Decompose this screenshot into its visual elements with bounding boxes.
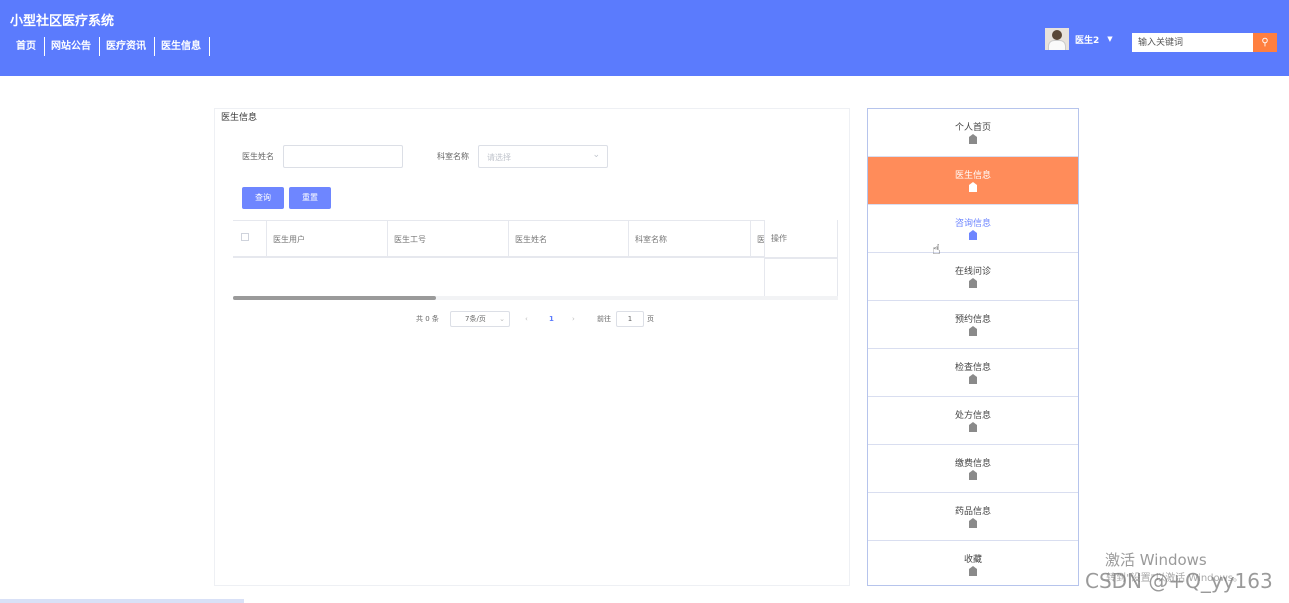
sidebar-item-label: 咨询信息 <box>954 219 991 229</box>
dept-name-label: 科室名称 <box>437 152 469 161</box>
pagination: 共 0 条 7条/页 ⌄ ‹ 1 › 前往 1 页 <box>215 311 851 327</box>
dept-select-placeholder: 请选择 <box>487 153 511 162</box>
sidebar-item-label: 缴费信息 <box>954 459 991 469</box>
sidebar-item-payments[interactable]: 缴费信息 <box>868 445 1078 493</box>
windows-activation-title: 激活 Windows <box>1105 551 1207 569</box>
top-header: 小型社区医疗系统 首页 网站公告 医疗资讯 医生信息 医生2 ▼ ⚲ <box>0 0 1289 76</box>
doctor-info-panel: 医生信息 医生姓名 科室名称 请选择 ⌄ 查询 重置 医生用户 医生工号 医生姓… <box>214 108 850 586</box>
dept-select[interactable]: 请选择 ⌄ <box>478 145 608 168</box>
doctor-name-input[interactable] <box>283 145 403 168</box>
chevron-left-icon[interactable]: ‹ <box>525 311 528 327</box>
sidebar-item-home[interactable]: 个人首页 <box>868 109 1078 157</box>
page-unit-label: 页 <box>647 315 654 323</box>
bottom-progress-bar <box>0 599 244 603</box>
column-header[interactable]: 医 <box>750 221 764 258</box>
page-size-value: 7条/页 <box>465 315 486 323</box>
select-all-cell <box>233 221 266 258</box>
home-icon <box>969 470 977 480</box>
home-icon <box>969 278 977 288</box>
home-icon <box>969 230 977 240</box>
sidebar-item-doctor-info[interactable]: 医生信息 <box>868 157 1078 205</box>
search-button[interactable]: ⚲ <box>1253 33 1277 52</box>
table-header: 医生用户 医生工号 医生姓名 科室名称 医 <box>233 220 838 258</box>
column-header[interactable]: 医生工号 <box>387 221 508 258</box>
sidebar-item-appointments[interactable]: 预约信息 <box>868 301 1078 349</box>
sidebar-item-online-inquiry[interactable]: 在线问诊 <box>868 253 1078 301</box>
sidebar-item-label: 检查信息 <box>954 363 991 373</box>
sidebar-item-label: 预约信息 <box>954 315 991 325</box>
sidebar-item-consultation[interactable]: 咨询信息 <box>868 205 1078 253</box>
sidebar-item-prescriptions[interactable]: 处方信息 <box>868 397 1078 445</box>
home-icon <box>969 566 977 576</box>
sidebar-item-label: 医生信息 <box>954 171 991 181</box>
sidebar-item-label: 在线问诊 <box>954 267 991 277</box>
select-all-checkbox[interactable] <box>241 233 249 241</box>
sidebar-item-favorites[interactable]: 收藏 <box>868 541 1078 589</box>
doctor-table: 医生用户 医生工号 医生姓名 科室名称 医 操作 <box>233 220 838 300</box>
caret-down-icon[interactable]: ▼ <box>1107 35 1112 43</box>
nav-item-news[interactable]: 医疗资讯 <box>100 37 155 56</box>
site-title: 小型社区医疗系统 <box>10 14 115 29</box>
home-icon <box>969 182 977 192</box>
user-menu[interactable]: 医生2 ▼ <box>1045 28 1113 50</box>
home-icon <box>969 374 977 384</box>
panel-title: 医生信息 <box>221 113 258 123</box>
home-icon <box>969 134 977 144</box>
column-header[interactable]: 医生用户 <box>266 221 387 258</box>
top-nav: 首页 网站公告 医疗资讯 医生信息 <box>10 37 210 56</box>
home-icon <box>969 518 977 528</box>
sidebar-item-label: 收藏 <box>963 555 982 565</box>
home-icon <box>969 326 977 336</box>
goto-page-input[interactable]: 1 <box>616 311 644 327</box>
chevron-down-icon: ⌄ <box>499 315 505 323</box>
nav-item-home[interactable]: 首页 <box>10 37 45 56</box>
sidebar-item-examinations[interactable]: 检查信息 <box>868 349 1078 397</box>
chevron-down-icon: ⌄ <box>592 150 600 160</box>
hand-cursor-icon: ☝ <box>932 242 941 258</box>
action-column-header: 操作 <box>771 234 787 243</box>
page-size-select[interactable]: 7条/页 ⌄ <box>450 311 510 327</box>
goto-label: 前往 <box>597 315 611 323</box>
user-center-sidebar: 个人首页 医生信息 咨询信息 在线问诊 预约信息 检查信息 处方信息 缴费信息 … <box>867 108 1079 586</box>
reset-button[interactable]: 重置 <box>289 187 331 209</box>
current-page[interactable]: 1 <box>549 311 554 327</box>
sidebar-item-label: 个人首页 <box>954 123 991 133</box>
user-name[interactable]: 医生2 <box>1075 33 1099 46</box>
sidebar-item-label: 药品信息 <box>954 507 991 517</box>
chevron-right-icon[interactable]: › <box>572 311 575 327</box>
nav-item-doctors[interactable]: 医生信息 <box>155 37 210 56</box>
avatar[interactable] <box>1045 28 1069 50</box>
search-input[interactable] <box>1132 33 1254 52</box>
home-icon <box>969 422 977 432</box>
action-column: 操作 <box>764 220 838 300</box>
column-header[interactable]: 科室名称 <box>628 221 750 258</box>
query-button[interactable]: 查询 <box>242 187 284 209</box>
sidebar-item-label: 处方信息 <box>954 411 991 421</box>
scrollbar-thumb[interactable] <box>233 296 436 300</box>
csdn-watermark: CSDN @+Q_yy163 <box>1085 569 1273 593</box>
total-count: 共 0 条 <box>416 315 439 323</box>
column-header[interactable]: 医生姓名 <box>508 221 628 258</box>
search-icon: ⚲ <box>1261 37 1269 48</box>
sidebar-item-medicines[interactable]: 药品信息 <box>868 493 1078 541</box>
nav-item-announcements[interactable]: 网站公告 <box>45 37 100 56</box>
doctor-name-label: 医生姓名 <box>242 152 274 161</box>
